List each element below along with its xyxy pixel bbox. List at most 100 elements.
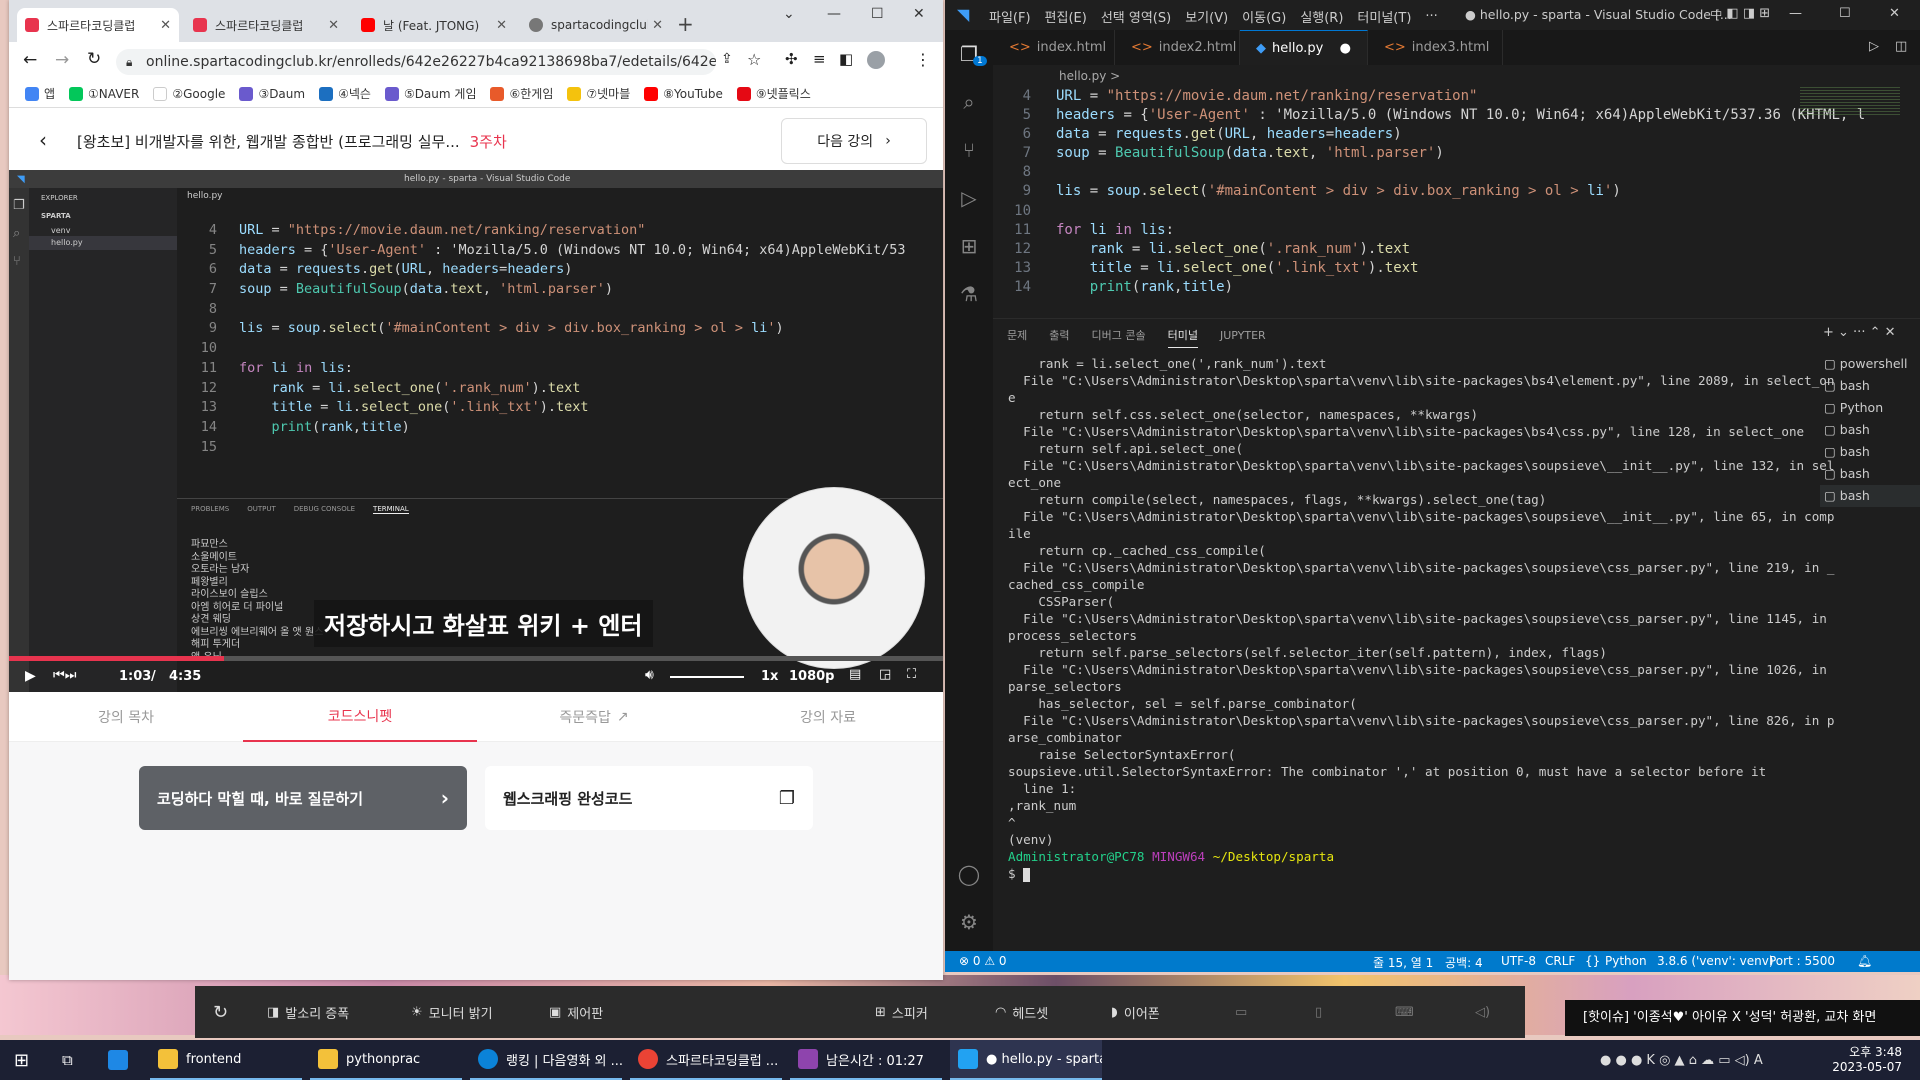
- windows-start-icon[interactable]: ⊞: [14, 1040, 29, 1080]
- menu-item[interactable]: 선택 영역(S): [1101, 7, 1171, 26]
- tab-hello-py[interactable]: ◆ hello.py ●: [1240, 30, 1368, 65]
- taskbar-app[interactable]: ● hello.py - sparta...: [950, 1040, 1102, 1080]
- bookmark-item[interactable]: ⑤Daum 게임: [384, 85, 476, 102]
- chevron-down-icon[interactable]: ⌄: [783, 6, 795, 22]
- minimize-button[interactable]: —: [827, 6, 841, 22]
- panel-tab[interactable]: 출력: [1049, 327, 1069, 347]
- menu-item[interactable]: 파일(F): [989, 7, 1031, 26]
- panel-tab[interactable]: 디버그 콘솔: [1092, 327, 1146, 347]
- extensions-icon[interactable]: ✣: [785, 50, 798, 68]
- star-icon[interactable]: ☆: [747, 50, 761, 69]
- bookmark-item[interactable]: ⑨넷플릭스: [736, 85, 811, 102]
- tab-qna[interactable]: 즉문즉답 ↗: [477, 692, 711, 742]
- search-icon[interactable]: ⌕: [957, 90, 981, 114]
- taskbar-app[interactable]: 랭킹 | 다음영화 외 ...: [470, 1040, 622, 1080]
- status-problems[interactable]: ⊗ 0 ⚠ 0: [959, 954, 1007, 968]
- minimap[interactable]: [1800, 87, 1900, 117]
- terminal-instance[interactable]: ▢ bash: [1820, 375, 1920, 397]
- monitor-icon[interactable]: ▭: [1235, 986, 1247, 1038]
- bookmark-item[interactable]: ⑦넷마블: [567, 85, 630, 102]
- next-lecture-button[interactable]: 다음 강의 ›: [781, 118, 927, 164]
- menu-item[interactable]: 터미널(T): [1357, 7, 1411, 26]
- panel-tab[interactable]: 문제: [1007, 327, 1027, 347]
- taskbar-app[interactable]: frontend: [150, 1040, 302, 1080]
- close-icon[interactable]: ✕: [160, 18, 171, 33]
- close-icon[interactable]: ✕: [328, 18, 339, 33]
- play-icon[interactable]: ▶: [25, 668, 36, 684]
- split-editor-icon[interactable]: ◫: [1895, 39, 1907, 54]
- gear-icon[interactable]: ⚙: [957, 910, 981, 934]
- browser-tab[interactable]: 스파르타코딩클럽 ✕: [185, 8, 347, 42]
- subtitles-icon[interactable]: ▤: [849, 667, 861, 682]
- status-eol[interactable]: CRLF: [1545, 954, 1575, 968]
- tab-index3-html[interactable]: <> index3.html: [1368, 30, 1503, 65]
- minimize-button[interactable]: —: [1789, 6, 1802, 21]
- code-editor[interactable]: 4 URL = "https://movie.daum.net/ranking/r…: [993, 87, 1920, 312]
- speaker-button[interactable]: ⊞ 스피커: [875, 986, 928, 1038]
- status-encoding[interactable]: UTF-8: [1501, 954, 1536, 968]
- video-progress-bar[interactable]: [9, 656, 943, 661]
- taskbar-app[interactable]: pythonprac: [310, 1040, 462, 1080]
- close-icon[interactable]: ✕: [652, 18, 663, 33]
- speed-button[interactable]: 1x: [761, 669, 778, 684]
- profile-avatar[interactable]: [867, 51, 885, 69]
- headset-button[interactable]: ◠ 헤드셋: [995, 986, 1048, 1038]
- testing-icon[interactable]: ⚗: [957, 282, 981, 306]
- bookmark-item[interactable]: ①NAVER: [69, 86, 139, 101]
- bell-icon[interactable]: 🔔︎: [1857, 954, 1872, 968]
- bookmark-item[interactable]: ⑧YouTube: [644, 86, 723, 101]
- keyboard-icon[interactable]: ⌨: [1395, 986, 1414, 1038]
- source-control-icon[interactable]: ⑂: [957, 138, 981, 162]
- earphone-button[interactable]: ◗ 이어폰: [1111, 986, 1160, 1038]
- volume-icon[interactable]: ◁): [1475, 986, 1490, 1038]
- taskbar-app[interactable]: 남은시간 : 01:27: [790, 1040, 942, 1080]
- extensions-icon[interactable]: ⊞: [957, 234, 981, 258]
- browser-tab[interactable]: 날 (Feat. JTONG) ✕: [353, 8, 515, 42]
- new-tab-button[interactable]: +: [677, 12, 694, 36]
- terminal-output[interactable]: rank = li.select_one(',rank_num').text F…: [1008, 355, 1834, 882]
- bookmark-item[interactable]: ②Google: [153, 86, 225, 101]
- run-debug-icon[interactable]: ▷: [957, 186, 981, 210]
- footstep-boost-button[interactable]: ◨ 발소리 증폭: [267, 986, 349, 1038]
- bookmark-item[interactable]: ④넥슨: [319, 85, 371, 102]
- forward-icon[interactable]: →: [55, 50, 69, 70]
- app-icon[interactable]: [108, 1040, 136, 1080]
- tab-index2-html[interactable]: <> index2.html: [1115, 30, 1240, 65]
- pip-icon[interactable]: ◲: [879, 667, 891, 682]
- task-view-icon[interactable]: ⧉: [62, 1040, 73, 1080]
- terminal-instance[interactable]: ▢ bash: [1820, 485, 1920, 507]
- menu-icon[interactable]: ⋮: [915, 50, 931, 69]
- close-button[interactable]: ✕: [1889, 6, 1900, 21]
- media-icon[interactable]: ≡: [813, 50, 826, 68]
- status-cursor-position[interactable]: 줄 15, 열 1: [1373, 954, 1433, 971]
- bookmark-item[interactable]: ⑥한게임: [490, 85, 553, 102]
- menu-item[interactable]: ···: [1425, 9, 1437, 24]
- status-indentation[interactable]: 공백: 4: [1445, 954, 1483, 971]
- tab-code-snippet[interactable]: 코드스니펫: [243, 692, 477, 742]
- tab-toc[interactable]: 강의 목차: [9, 692, 243, 742]
- unsaved-dot-icon[interactable]: ●: [1340, 41, 1351, 56]
- bookmark-item[interactable]: 앱: [25, 85, 55, 102]
- share-icon[interactable]: ⇪: [721, 51, 733, 67]
- chevron-left-icon[interactable]: ‹: [39, 128, 47, 152]
- status-language[interactable]: Python: [1605, 954, 1647, 968]
- back-icon[interactable]: ←: [23, 50, 37, 70]
- tray-icons[interactable]: ● ● ● K ◎ ▲ ⌂ ☁ ▭ ◁) A: [1600, 1040, 1763, 1080]
- tab-index-html[interactable]: <> index.html: [993, 30, 1115, 65]
- control-panel-button[interactable]: ▣ 제어판: [549, 986, 603, 1038]
- status-live-server[interactable]: Port : 5500: [1769, 954, 1835, 968]
- menu-item[interactable]: 이동(G): [1242, 7, 1286, 26]
- clock[interactable]: 오후 3:48 2023-05-07: [1832, 1040, 1902, 1080]
- panel-tab[interactable]: JUPYTER: [1220, 329, 1266, 346]
- skip-icon[interactable]: ⏮⏭: [53, 668, 76, 683]
- panel-actions-icon[interactable]: + ⌄ ··· ⌃ ✕: [1823, 325, 1896, 340]
- mouse-icon[interactable]: ▯: [1315, 986, 1322, 1038]
- browser-tab[interactable]: 스파르타코딩클럽 ✕: [17, 8, 179, 42]
- refresh-icon[interactable]: ↻: [213, 986, 228, 1038]
- browser-tab[interactable]: spartacodingclub. ✕: [521, 8, 671, 42]
- quality-button[interactable]: 1080p: [789, 669, 835, 684]
- taskbar-app[interactable]: 스파르타코딩클럽 ...: [630, 1040, 782, 1080]
- ask-question-button[interactable]: 코딩하다 막힐 때, 바로 질문하기 ›: [139, 766, 467, 830]
- tab-materials[interactable]: 강의 자료: [711, 692, 943, 742]
- maximize-button[interactable]: ☐: [871, 6, 884, 22]
